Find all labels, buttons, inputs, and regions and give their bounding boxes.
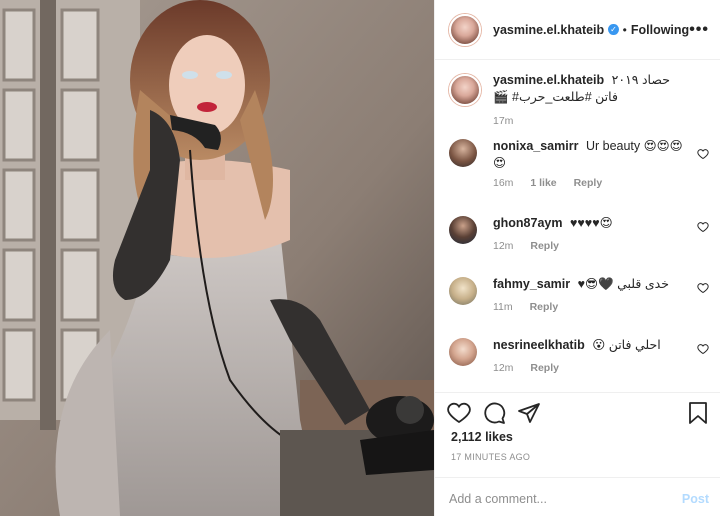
commenter-avatar[interactable] (449, 216, 477, 244)
comment-item: nonixa_samirr Ur beauty 😍😍😍 😍 16m 1 like… (449, 138, 709, 189)
post-button[interactable]: Post (682, 492, 709, 506)
reply-button[interactable]: Reply (530, 362, 559, 374)
post-header: yasmine.el.khateib ✓ • Following ••• (435, 0, 720, 60)
comment-username[interactable]: nesrineelkhatib (493, 338, 585, 352)
comment-time: 11m (493, 301, 513, 313)
comment-icon[interactable] (482, 401, 506, 425)
comment-text: Ur beauty 😍😍😍 (585, 139, 683, 153)
caption-username[interactable]: yasmine.el.khateib (493, 73, 604, 87)
comment-item: ghon87aym ♥♥♥♥😍 12m Reply (449, 215, 709, 252)
comment-time: 16m (493, 177, 514, 189)
comment-text-continued: 😍 (493, 156, 507, 170)
post-username[interactable]: yasmine.el.khateib (493, 23, 604, 37)
share-icon[interactable] (517, 401, 541, 425)
post-actions: 2,112 likes 17 MINUTES AGO Post (435, 392, 720, 516)
comment-item: fahmy_samir خدى قلبي 🖤😎♥ 11m Reply (449, 276, 709, 313)
comments-list: yasmine.el.khateib حصاد ٢٠١٩ فاتن #طلعت_… (435, 60, 720, 390)
like-heart-icon[interactable] (447, 401, 471, 425)
comment-heart-icon[interactable] (697, 282, 709, 294)
reply-button[interactable]: Reply (574, 177, 603, 189)
caption-avatar[interactable] (449, 74, 481, 106)
caption-text-line1: حصاد ٢٠١٩ (611, 73, 670, 87)
comment-text: خدى قلبي 🖤😎♥ (577, 277, 669, 291)
comment-heart-icon[interactable] (697, 221, 709, 233)
commenter-avatar[interactable] (449, 277, 477, 305)
comment-username[interactable]: ghon87aym (493, 216, 562, 230)
post-timestamp: 17 MINUTES AGO (451, 452, 531, 462)
separator-dot: • (622, 22, 627, 37)
caption: yasmine.el.khateib حصاد ٢٠١٩ فاتن #طلعت_… (449, 72, 707, 127)
caption-time: 17m (493, 115, 514, 127)
comment-time: 12m (493, 240, 514, 252)
comment-username[interactable]: fahmy_samir (493, 277, 570, 291)
comment-heart-icon[interactable] (697, 148, 709, 160)
comment-likes[interactable]: 1 like (530, 177, 556, 189)
comment-composer: Post (435, 477, 720, 516)
commenter-avatar[interactable] (449, 139, 477, 167)
avatar[interactable] (449, 13, 481, 46)
caption-text-line2: فاتن #طلعت_حرب# 🎬 (493, 90, 618, 104)
comment-heart-icon[interactable] (697, 343, 709, 355)
following-button[interactable]: Following (631, 23, 689, 37)
add-comment-input[interactable] (449, 491, 682, 506)
more-options-icon[interactable]: ••• (689, 21, 709, 39)
instagram-post-modal: yasmine.el.khateib ✓ • Following ••• yas… (0, 0, 720, 516)
reply-button[interactable]: Reply (530, 301, 559, 313)
post-sidebar: yasmine.el.khateib ✓ • Following ••• yas… (434, 0, 720, 516)
likes-count[interactable]: 2,112 likes (451, 430, 513, 444)
comment-text: ♥♥♥♥😍 (569, 216, 613, 230)
action-icons (447, 401, 709, 425)
reply-button[interactable]: Reply (530, 240, 559, 252)
comment-text: احلي فاتن 😮 (592, 338, 661, 352)
comment-item: nesrineelkhatib احلي فاتن 😮 12m Reply (449, 337, 709, 374)
comment-username[interactable]: nonixa_samirr (493, 139, 578, 153)
bookmark-icon[interactable] (687, 401, 709, 425)
post-photo-image (0, 0, 434, 516)
post-photo[interactable] (0, 0, 434, 516)
comment-time: 12m (493, 362, 514, 374)
commenter-avatar[interactable] (449, 338, 477, 366)
verified-badge-icon: ✓ (608, 24, 619, 35)
